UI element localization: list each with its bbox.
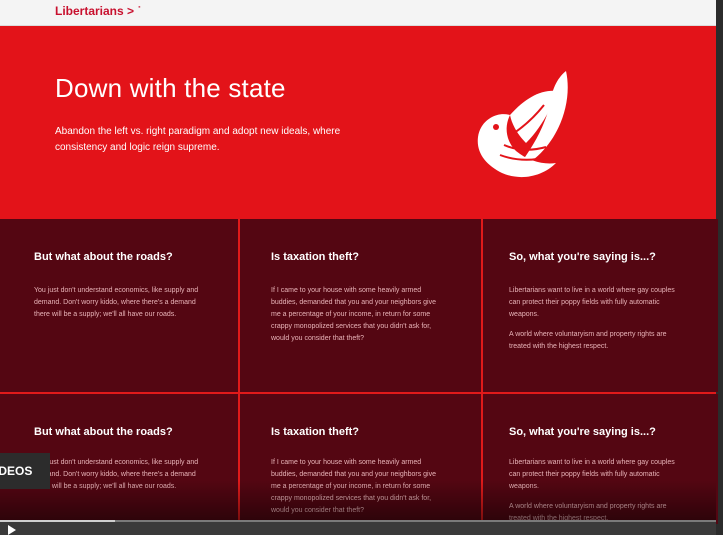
faq-grid: But what about the roads? You just don't… (0, 219, 718, 524)
hero-title: Down with the state (55, 73, 286, 103)
breadcrumb-brand[interactable]: Libertarians > ˙ (55, 4, 141, 18)
faq-card-body: Libertarians want to live in a world whe… (509, 457, 679, 524)
faq-card-body: You just don't understand economics, lik… (34, 285, 204, 329)
faq-card-saying: So, what you're saying is...? Libertaria… (483, 219, 718, 392)
faq-card-title: But what about the roads? (34, 426, 173, 438)
video-progress-fill (0, 520, 115, 522)
faq-card-title: So, what you're saying is...? (509, 251, 656, 263)
videos-tab-label: IDEOS (0, 464, 33, 478)
hero-subtitle: Abandon the left vs. right paradigm and … (55, 126, 341, 153)
faq-card-taxation: Is taxation theft? If I came to your hou… (240, 394, 481, 524)
videos-overlay-tab[interactable]: IDEOS (0, 453, 50, 489)
faq-card-title: Is taxation theft? (271, 426, 360, 438)
play-icon[interactable] (8, 525, 16, 535)
top-nav-bar: Libertarians > ˙ (0, 0, 716, 26)
faq-card-taxation: Is taxation theft? If I came to your hou… (240, 219, 481, 392)
faq-card-roads: But what about the roads? You just don't… (0, 219, 238, 392)
faq-card-paragraph: A world where voluntaryism and property … (509, 331, 667, 350)
faq-card-paragraph: You just don't understand economics, lik… (34, 459, 199, 490)
faq-card-title: So, what you're saying is...? (509, 426, 656, 438)
faq-card-paragraph: You just don't understand economics, lik… (34, 287, 199, 318)
faq-card-body: If I came to your house with some heavil… (271, 457, 441, 524)
faq-card-title: But what about the roads? (34, 251, 173, 263)
faq-card-paragraph: Libertarians want to live in a world whe… (509, 459, 675, 490)
video-progress-bar[interactable] (0, 520, 716, 522)
faq-card-paragraph: If I came to your house with some heavil… (271, 459, 437, 514)
faq-card-paragraph: If I came to your house with some heavil… (271, 287, 437, 342)
hero-banner: Down with the state Abandon the left vs.… (0, 26, 716, 219)
faq-card-body: If I came to your house with some heavil… (271, 285, 441, 353)
faq-card-body: Libertarians want to live in a world whe… (509, 285, 679, 361)
faq-card-title: Is taxation theft? (271, 251, 360, 263)
porcupine-bird-logo-icon (477, 71, 568, 178)
video-player-controls (0, 520, 716, 535)
faq-card-saying: So, what you're saying is...? Libertaria… (483, 394, 718, 524)
faq-card-body: You just don't understand economics, lik… (34, 457, 204, 501)
faq-card-paragraph: Libertarians want to live in a world whe… (509, 287, 675, 318)
